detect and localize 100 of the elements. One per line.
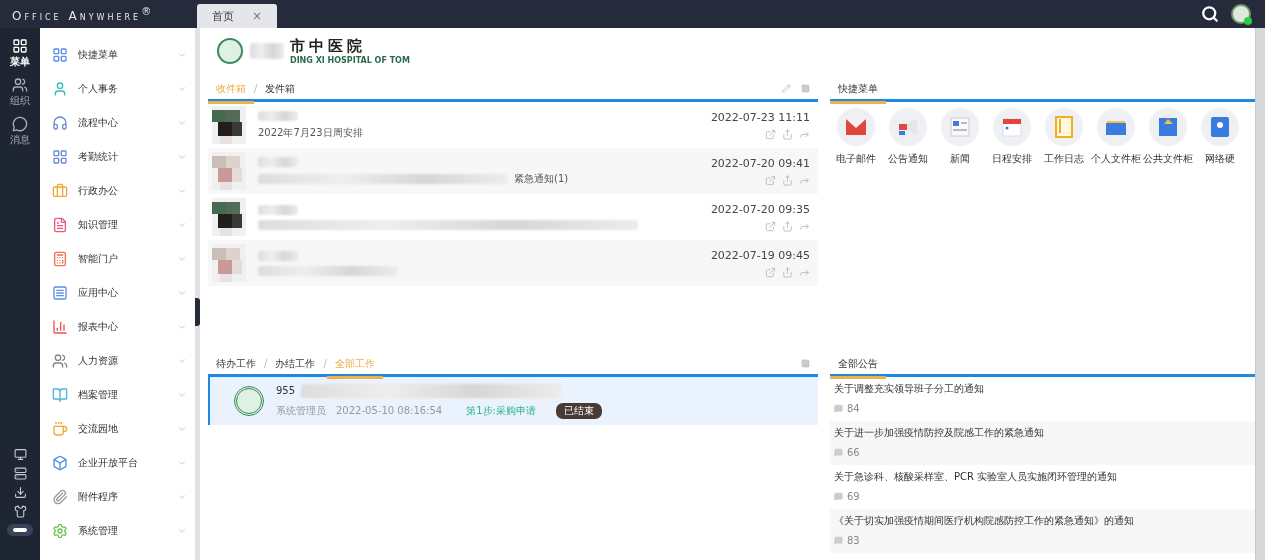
shortcut-item[interactable]: 公共文件柜 — [1142, 108, 1194, 166]
menu-item[interactable]: 知识管理 — [40, 208, 195, 242]
book-icon — [52, 387, 68, 403]
menu-item[interactable]: 交流园地 — [40, 412, 195, 446]
paperclip-icon — [52, 489, 68, 505]
open-icon[interactable] — [765, 220, 776, 232]
open-icon[interactable] — [765, 174, 776, 186]
rail-button[interactable]: 菜单 — [10, 38, 30, 69]
blurred-text — [258, 250, 298, 261]
rail-button[interactable]: 消息 — [10, 116, 30, 147]
hospital-emblem-icon — [234, 386, 264, 416]
calculator-icon — [52, 251, 68, 267]
chevron-icon — [177, 152, 187, 162]
notice-title[interactable]: 关于进一步加强疫情防控及院感工作的紧急通知 — [834, 426, 1251, 440]
people-icon — [52, 353, 68, 369]
cube-icon — [52, 455, 68, 471]
hospital-subtitle: DING XI HOSPITAL OF TOM — [290, 56, 410, 65]
notice-title[interactable]: 关于调整充实领导班子分工的通知 — [834, 382, 1251, 396]
comment-count: 69 — [834, 491, 1251, 502]
shortcut-item[interactable]: 日程安排 — [986, 108, 1038, 166]
message-time: 2022-07-23 11:11 — [710, 110, 810, 124]
tab-separator: / — [254, 83, 258, 94]
shortcut-item[interactable]: 工作日志 — [1038, 108, 1090, 166]
menu-item[interactable]: 档案管理 — [40, 378, 195, 412]
scrollbar[interactable] — [1255, 28, 1265, 560]
work-tab[interactable]: 办结工作 — [267, 351, 324, 379]
tab-separator: / — [323, 358, 327, 369]
chevron-icon — [177, 220, 187, 230]
message-subject: 2022年7月23日周安排 — [258, 125, 363, 140]
blurred-text — [258, 156, 298, 167]
hospital-name: 市中医院 — [290, 37, 367, 56]
window-icon — [52, 285, 68, 301]
briefcase-icon — [52, 183, 68, 199]
menu-item[interactable]: 应用中心 — [40, 276, 195, 310]
more-icon[interactable] — [801, 84, 810, 93]
mailbox-tab[interactable]: 发件箱 — [257, 76, 304, 104]
cup-icon — [52, 421, 68, 437]
server-icon[interactable] — [13, 467, 27, 480]
menu-item[interactable]: 系统管理 — [40, 514, 195, 548]
shirt-icon[interactable] — [13, 505, 27, 518]
rail-button[interactable]: 组织 — [10, 77, 30, 108]
work-user: 系统管理员 — [276, 403, 326, 418]
headset-icon — [52, 115, 68, 131]
menu-item[interactable]: 人力资源 — [40, 344, 195, 378]
toggle-icon[interactable] — [7, 524, 33, 536]
comment-count: 83 — [834, 535, 1251, 546]
search-icon[interactable] — [1201, 5, 1219, 23]
menu-item[interactable]: 快捷菜单 — [40, 38, 195, 72]
menu-item[interactable]: 个人事务 — [40, 72, 195, 106]
blurred-text — [258, 110, 298, 121]
menu-item[interactable]: 考勤统计 — [40, 140, 195, 174]
menu-item[interactable]: 智能门户 — [40, 242, 195, 276]
collapse-handle[interactable] — [195, 298, 200, 326]
chevron-icon — [177, 118, 187, 128]
work-step: 第1步:采购申请 — [466, 403, 536, 418]
edit-icon[interactable] — [782, 84, 791, 93]
comment-count: 84 — [834, 403, 1251, 414]
message-row[interactable]: 紧急通知(1) 2022-07-20 09:41 — [208, 148, 818, 194]
chevron-icon — [177, 50, 187, 60]
menu-item[interactable]: 附件程序 — [40, 480, 195, 514]
page-tab[interactable]: 首页 × — [197, 4, 277, 28]
download-icon[interactable] — [13, 486, 27, 499]
shortcut-item[interactable]: 公告通知 — [882, 108, 934, 166]
shortcut-item[interactable]: 电子邮件 — [830, 108, 882, 166]
menu-item[interactable]: 行政办公 — [40, 174, 195, 208]
work-row[interactable]: 955 系统管理员 2022-05-10 08:16:54 第1步:采购申请 已结束 — [208, 377, 818, 425]
hospital-emblem-icon — [216, 37, 244, 65]
chat-icon — [12, 116, 28, 132]
shortcut-item[interactable]: 新闻 — [934, 108, 986, 166]
panel-title: 快捷菜单 — [830, 76, 886, 104]
chevron-icon — [177, 492, 187, 502]
chevron-icon — [177, 186, 187, 196]
grid-icon — [52, 149, 68, 165]
notice-title[interactable]: 《关于切实加强疫情期间医疗机构院感防控工作的紧急通知》的通知 — [834, 514, 1251, 528]
chevron-icon — [177, 424, 187, 434]
settings-icon — [52, 523, 68, 539]
notice-title[interactable]: 关于急诊科、核酸采样室、PCR 实验室人员实施闭环管理的通知 — [834, 470, 1251, 484]
chevron-icon — [177, 288, 187, 298]
chevron-icon — [177, 84, 187, 94]
blurred-text — [250, 43, 284, 59]
menu-item[interactable]: 企业开放平台 — [40, 446, 195, 480]
work-tab[interactable]: 待办工作 — [208, 351, 264, 379]
open-icon[interactable] — [765, 266, 776, 278]
chevron-icon — [177, 322, 187, 332]
comment-count: 66 — [834, 447, 1251, 458]
chevron-icon — [177, 458, 187, 468]
person-icon — [52, 81, 68, 97]
grid-icon — [52, 47, 68, 63]
shortcut-item[interactable]: 网络硬 — [1194, 108, 1246, 166]
shortcut-item[interactable]: 个人文件柜 — [1090, 108, 1142, 166]
menu-item[interactable]: 流程中心 — [40, 106, 195, 140]
monitor-icon[interactable] — [13, 448, 27, 461]
user-avatar[interactable] — [1231, 4, 1251, 24]
brand-name: Office Anywhere$^{®}$ — [11, 5, 156, 23]
more-icon[interactable] — [801, 359, 810, 368]
bar-chart-icon — [52, 319, 68, 335]
open-icon[interactable] — [765, 128, 776, 140]
menu-item[interactable]: 报表中心 — [40, 310, 195, 344]
message-row[interactable]: 2022-07-19 09:45 — [208, 240, 818, 286]
message-time: 2022-07-20 09:35 — [710, 202, 810, 216]
